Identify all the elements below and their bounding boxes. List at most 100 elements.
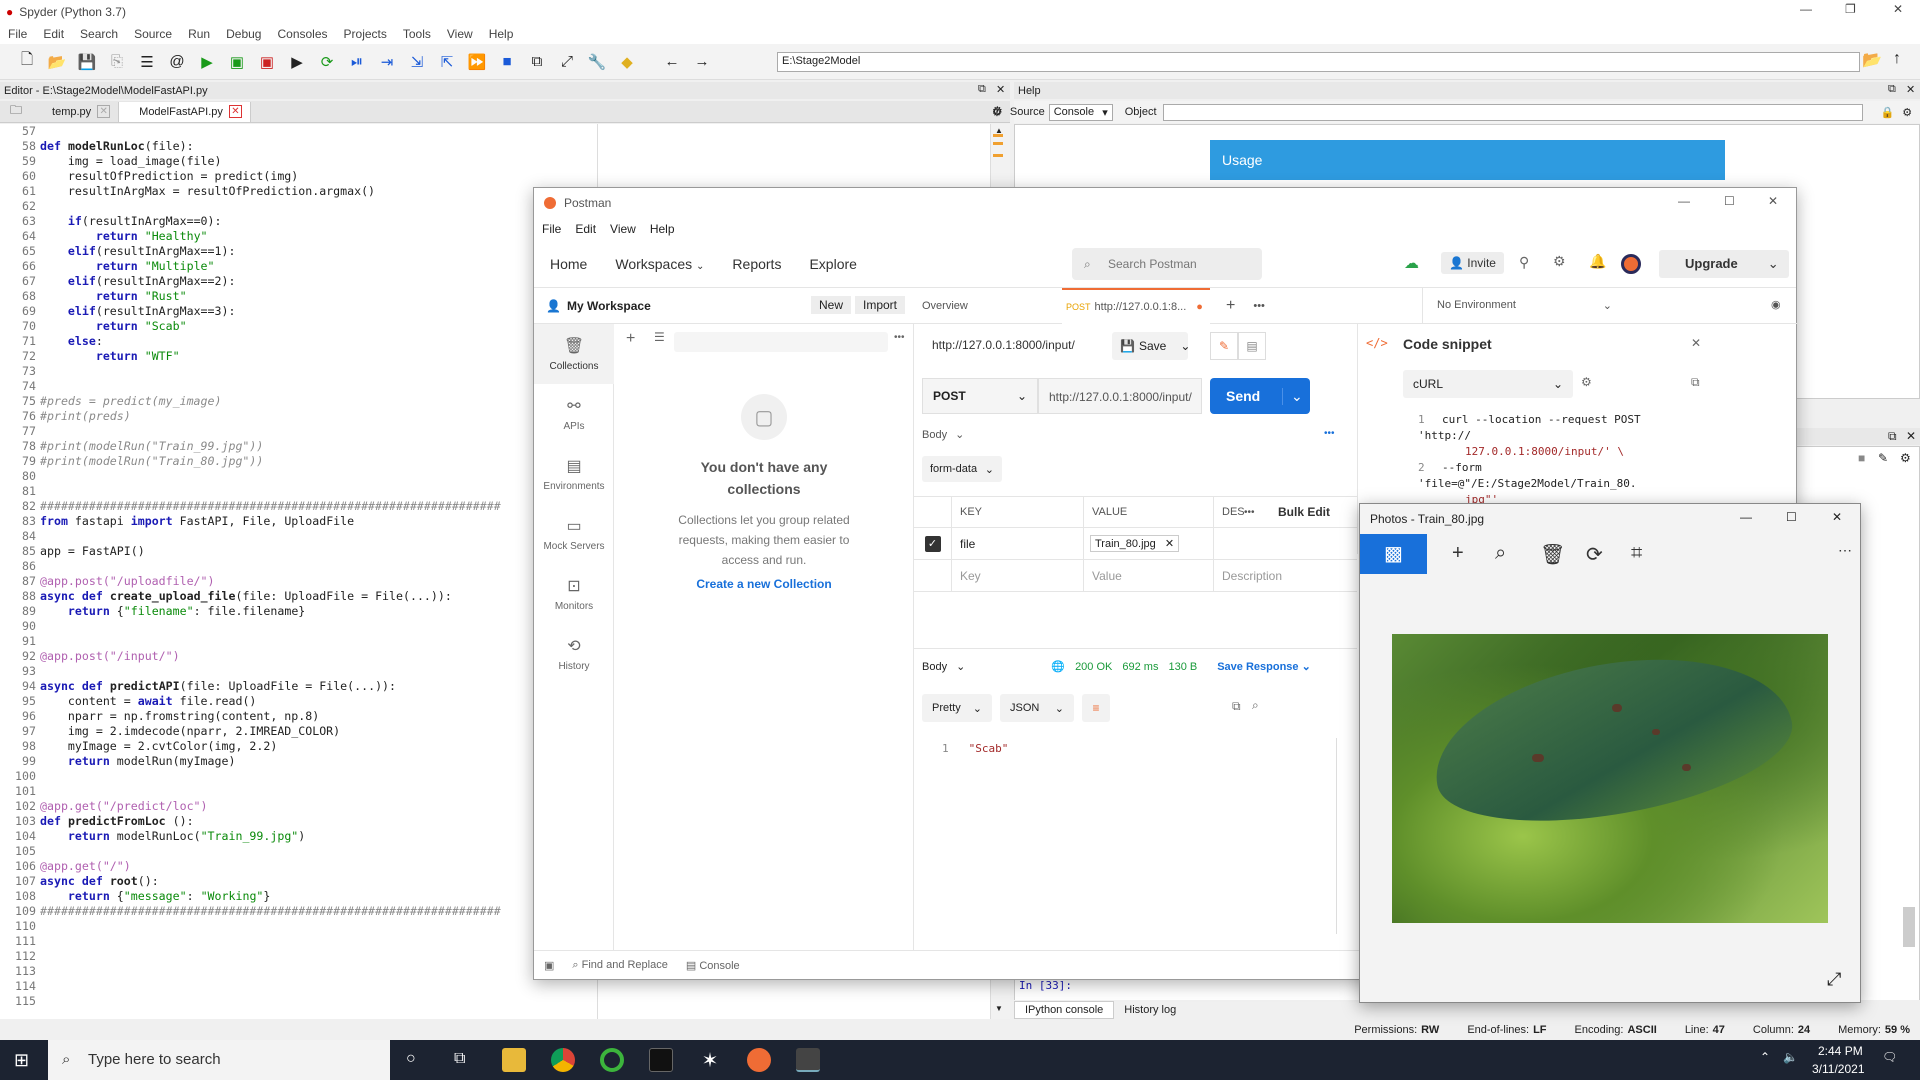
add-tab-icon[interactable]: + (1226, 297, 1235, 315)
row-key[interactable]: file (952, 527, 1084, 560)
menu-source[interactable]: Source (134, 27, 172, 41)
help-gear-icon[interactable]: ⚙ (992, 106, 1002, 119)
continue-icon[interactable]: ⏩ (467, 52, 487, 72)
settings-icon[interactable]: ⚙ (1553, 253, 1566, 270)
undock-icon[interactable]: ⧉ (978, 83, 986, 96)
step-icon[interactable]: ⇥ (377, 52, 397, 72)
add-icon[interactable]: + (1452, 542, 1464, 565)
copy-snippet-icon[interactable]: ⧉ (1691, 375, 1700, 390)
rotate-icon[interactable]: ⟳ (1586, 542, 1603, 567)
minimize-button[interactable]: — (1800, 2, 1812, 16)
avatar[interactable] (1621, 254, 1641, 274)
tab-modelfastapi[interactable]: ModelFastAPI.py ✕ (119, 101, 251, 122)
task-view-icon[interactable]: ⧉ (454, 1050, 465, 1068)
help-options-icon[interactable]: ⚙ (1902, 106, 1912, 119)
windows-start-icon[interactable]: ⊞ (14, 1050, 29, 1071)
more-options-icon[interactable]: ⋯ (1838, 542, 1852, 559)
upgrade-button[interactable]: Upgrade ⌄ (1659, 250, 1789, 278)
nav-workspaces[interactable]: Workspaces ⌄ (615, 256, 704, 272)
menu-edit[interactable]: Edit (575, 222, 596, 236)
close-tab-icon[interactable]: ✕ (97, 105, 111, 118)
stop-icon[interactable]: ■ (497, 52, 517, 72)
menu-view[interactable]: View (447, 27, 473, 41)
sidebar-item-monitors[interactable]: ⊡ Monitors (534, 564, 614, 624)
edit-icon[interactable]: ✎ (1210, 332, 1238, 360)
add-collection-icon[interactable]: + (626, 330, 635, 348)
menu-consoles[interactable]: Consoles (277, 27, 327, 41)
nav-explore[interactable]: Explore (809, 256, 856, 272)
preferences-icon[interactable]: 🔧 (587, 52, 607, 72)
menu-tools[interactable]: Tools (403, 27, 431, 41)
sidebar-item-collections[interactable]: 🗑 Collections (534, 324, 614, 384)
cortana-icon[interactable]: ○ (406, 1050, 416, 1068)
tab-temp[interactable]: temp.py ✕ (32, 101, 120, 122)
sidebar-item-history[interactable]: ⟲ History (534, 624, 614, 684)
close-pane-icon[interactable]: ✕ (1906, 429, 1916, 443)
at-icon[interactable]: @ (167, 52, 187, 72)
photos-icon[interactable] (796, 1048, 820, 1072)
minimize-button[interactable]: — (1678, 194, 1690, 208)
request-name[interactable]: http://127.0.0.1:8000/input/ (932, 338, 1075, 352)
edit-icon[interactable]: ✎ (1878, 451, 1888, 465)
menu-help[interactable]: Help (650, 222, 675, 236)
new-button[interactable]: New (811, 296, 852, 314)
invite-button[interactable]: 👤 Invite (1441, 252, 1504, 274)
fullscreen-icon[interactable]: ⤢ (1827, 969, 1841, 990)
tab-history-log[interactable]: History log (1114, 1002, 1186, 1018)
postman-search[interactable]: ⌕ Search Postman (1072, 248, 1262, 280)
scroll-down-arrow[interactable]: ▼ (995, 1004, 1003, 1013)
filter-icon[interactable]: ☰ (654, 330, 665, 344)
more-options-icon[interactable]: ••• (1324, 428, 1335, 439)
fullscreen-icon[interactable]: ⤢ (557, 52, 577, 72)
menu-run[interactable]: Run (188, 27, 210, 41)
tray-chevron-icon[interactable]: ⌃ (1760, 1050, 1770, 1064)
close-button[interactable]: ✕ (1832, 510, 1842, 524)
menu-edit[interactable]: Edit (43, 27, 64, 41)
stop-kernel-icon[interactable]: ■ (1858, 451, 1865, 465)
close-pane-icon[interactable]: ✕ (1906, 83, 1915, 96)
find-replace-button[interactable]: ⌕ Find and Replace (572, 959, 667, 972)
menu-projects[interactable]: Projects (344, 27, 387, 41)
save-all-icon[interactable]: ⎘ (107, 52, 127, 72)
tab-ipython-console[interactable]: IPython console (1014, 1001, 1115, 1019)
row-desc[interactable] (1214, 528, 1357, 560)
language-select[interactable]: cURL ⌄ (1403, 370, 1573, 398)
menu-view[interactable]: View (610, 222, 636, 236)
python-path-icon[interactable]: ◆ (617, 52, 637, 72)
collection-filter-input[interactable] (674, 332, 888, 352)
create-collection-link[interactable]: Create a new Collection (664, 577, 864, 591)
import-button[interactable]: Import (855, 296, 906, 314)
key-placeholder[interactable]: Key (952, 559, 1084, 592)
crop-icon[interactable]: ⌗ (1631, 542, 1642, 565)
menu-file[interactable]: File (8, 27, 27, 41)
response-time[interactable]: 692 ms (1122, 661, 1158, 673)
environment-select[interactable]: No Environment ⌄ (1422, 288, 1626, 324)
body-tab[interactable]: Body ⌄ (922, 428, 964, 442)
forward-icon[interactable]: → (692, 52, 712, 72)
bell-icon[interactable]: 🔔 (1589, 253, 1606, 270)
response-size[interactable]: 130 B (1168, 661, 1197, 673)
response-status[interactable]: 200 OK (1075, 661, 1112, 673)
sidebar-item-apis[interactable]: ⚯ APIs (534, 384, 614, 444)
sync-cloud-icon[interactable]: ☁ (1404, 254, 1419, 272)
terminal-icon[interactable] (649, 1048, 673, 1072)
step-return-icon[interactable]: ⇱ (437, 52, 457, 72)
save-button[interactable]: 💾 Save ⌄ (1112, 332, 1190, 360)
more-options-icon[interactable]: ••• (1244, 507, 1274, 518)
tab-overview[interactable]: Overview (922, 300, 1062, 312)
menu-search[interactable]: Search (80, 27, 118, 41)
run-icon[interactable]: ▶ (197, 52, 217, 72)
parent-directory-icon[interactable]: ↑ (1893, 50, 1901, 68)
list-icon[interactable]: ☰ (137, 52, 157, 72)
eye-icon[interactable]: ◉ (1771, 298, 1781, 311)
url-input[interactable]: http://127.0.0.1:8000/input/ (1038, 378, 1202, 414)
row-value-cell[interactable]: Train_80.jpg ✕ (1084, 527, 1214, 560)
scroll-up-arrow[interactable]: ▲ (995, 126, 1003, 135)
wrap-lines-icon[interactable]: ≡ (1082, 694, 1110, 722)
pretty-select[interactable]: Pretty ⌄ (922, 694, 992, 722)
debug-icon[interactable]: ⏯ (347, 52, 367, 72)
sidebar-item-environments[interactable]: ▤ Environments (534, 444, 614, 504)
source-select[interactable]: Console ▾ (1048, 103, 1113, 121)
run-cell-icon[interactable]: ▣ (227, 52, 247, 72)
undock-icon[interactable]: ⧉ (1888, 83, 1896, 96)
